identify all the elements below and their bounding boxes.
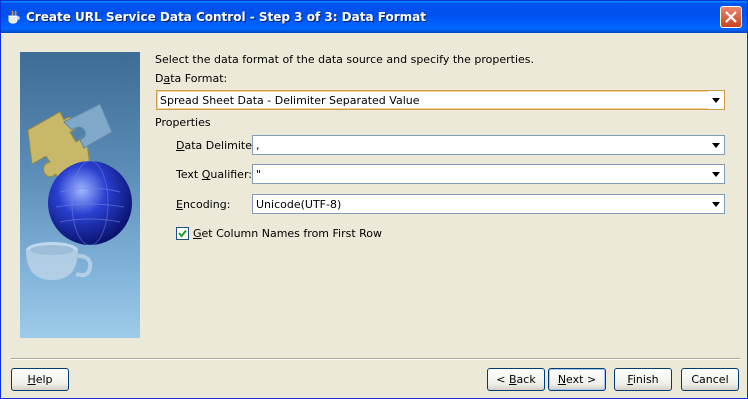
text-qualifier-label: Text Qualifier:: [176, 168, 252, 181]
chevron-down-icon[interactable]: [708, 195, 724, 213]
close-x-icon: [725, 11, 737, 23]
checkmark-icon: [178, 229, 187, 238]
help-button[interactable]: Help: [11, 368, 69, 391]
footer-separator: [11, 358, 740, 360]
chevron-down-icon[interactable]: [708, 136, 724, 154]
chevron-down-icon[interactable]: [708, 91, 724, 109]
wizard-banner-image: [20, 52, 140, 338]
coffee-cup-icon: [7, 10, 21, 24]
column-names-label[interactable]: Get Column Names from First Row: [193, 227, 382, 240]
cancel-button[interactable]: Cancel: [681, 368, 739, 391]
data-delimiter-label: Data Delimiter:: [176, 139, 261, 152]
instruction-text: Select the data format of the data sourc…: [155, 53, 535, 66]
dialog-window: Create URL Service Data Control - Step 3…: [0, 0, 748, 399]
title-bar[interactable]: Create URL Service Data Control - Step 3…: [1, 1, 747, 33]
encoding-label: Encoding:: [176, 198, 231, 211]
chevron-down-icon[interactable]: [708, 165, 724, 183]
finish-button[interactable]: Finish: [614, 368, 672, 391]
data-format-select[interactable]: Spread Sheet Data - Delimiter Separated …: [156, 90, 725, 110]
encoding-value: Unicode(UTF-8): [256, 198, 342, 211]
window-title: Create URL Service Data Control - Step 3…: [26, 10, 426, 24]
coffee-cup-icon: [26, 242, 93, 280]
column-names-checkbox[interactable]: [176, 227, 189, 240]
back-button[interactable]: < Back: [487, 368, 545, 391]
data-format-value: Spread Sheet Data - Delimiter Separated …: [160, 94, 420, 107]
globe-icon: [48, 160, 132, 246]
next-button[interactable]: Next >: [548, 368, 606, 391]
data-delimiter-value: ,: [256, 139, 260, 152]
data-delimiter-select[interactable]: ,: [252, 135, 725, 155]
properties-heading: Properties: [155, 116, 211, 129]
close-button[interactable]: [720, 6, 742, 28]
encoding-select[interactable]: Unicode(UTF-8): [252, 194, 725, 214]
data-format-label: Data Format:: [155, 72, 228, 85]
text-qualifier-select[interactable]: ": [252, 164, 725, 184]
text-qualifier-value: ": [256, 168, 262, 181]
